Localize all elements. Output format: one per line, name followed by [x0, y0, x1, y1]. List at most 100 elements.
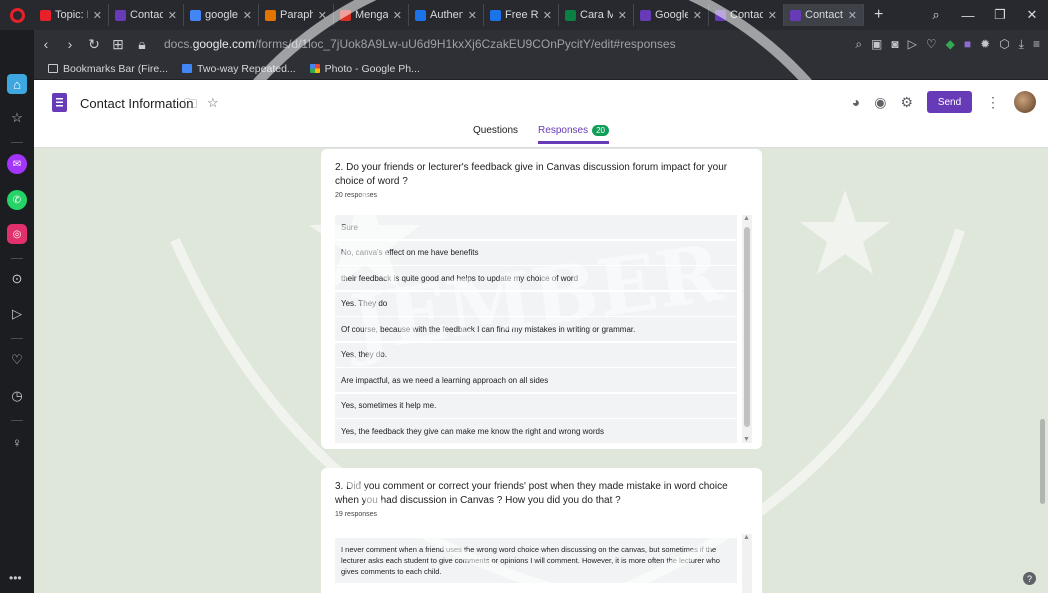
- move-folder-icon[interactable]: 🗀︎: [184, 95, 197, 117]
- back-icon[interactable]: ‹: [34, 36, 58, 52]
- send-icon[interactable]: ▷: [908, 37, 917, 51]
- form-title[interactable]: Contact Information: [80, 96, 193, 111]
- reload-icon[interactable]: ↻: [82, 36, 106, 53]
- search-tabs-icon[interactable]: ⌕: [920, 7, 952, 23]
- opera-logo-icon[interactable]: [0, 0, 34, 30]
- whatsapp-icon[interactable]: ✆: [7, 190, 27, 210]
- tab-close-icon[interactable]: ✕: [168, 9, 177, 22]
- page-scrollbar[interactable]: [1040, 419, 1045, 504]
- tab-favicon-icon: [640, 9, 651, 21]
- browser-tab-strip: Topic: Di ✕ Contact ✕ google ✕ Paraphr ✕ Mengap ✕…: [0, 0, 1048, 30]
- palette-icon[interactable]: ◕: [852, 94, 860, 110]
- download-icon[interactable]: ⤓: [1019, 37, 1024, 52]
- scroll-down-icon[interactable]: ▼: [743, 436, 750, 443]
- tab-label: Mengap: [355, 9, 388, 21]
- bookmark-item[interactable]: Photo - Google Ph...: [309, 63, 420, 75]
- browser-tab[interactable]: Contact ✕: [784, 4, 864, 26]
- browser-tab[interactable]: Free Res ✕: [484, 4, 559, 26]
- snapshot-icon[interactable]: ▣: [871, 37, 882, 51]
- browser-tab[interactable]: Paraphr ✕: [259, 4, 334, 26]
- restore-icon[interactable]: ❐: [984, 7, 1016, 23]
- tab-close-icon[interactable]: ✕: [768, 9, 777, 22]
- browser-tab[interactable]: Mengap ✕: [334, 4, 409, 26]
- sidebar-divider: [11, 142, 23, 143]
- heart-icon[interactable]: ♡: [926, 37, 937, 51]
- response-answer: Are impactful, as we need a learning app…: [335, 368, 737, 392]
- tab-favicon-icon: [340, 9, 351, 21]
- browser-tab[interactable]: Topic: Di ✕: [34, 4, 109, 26]
- messenger-icon[interactable]: ✉: [7, 154, 27, 174]
- scroll-up-icon[interactable]: ▲: [743, 215, 750, 222]
- home-icon[interactable]: ⌂: [7, 74, 27, 94]
- history-icon[interactable]: ◷: [7, 386, 27, 406]
- browser-tab[interactable]: google ✕: [184, 4, 259, 26]
- tab-questions[interactable]: Questions: [473, 125, 518, 144]
- more-vert-icon[interactable]: ⋮: [986, 94, 1000, 111]
- tab-close-icon[interactable]: ✕: [618, 9, 627, 22]
- pinboard-heart-icon[interactable]: ♡: [7, 350, 27, 370]
- tab-favicon-icon: [490, 9, 501, 21]
- wallet-icon[interactable]: ⬡: [999, 37, 1009, 51]
- close-window-icon[interactable]: ✕: [1016, 7, 1048, 23]
- tab-close-icon[interactable]: ✕: [693, 9, 702, 22]
- minimize-icon[interactable]: —: [952, 8, 984, 23]
- response-answer: No, canva's effect on me have benefits: [335, 240, 737, 265]
- browser-tab[interactable]: Contact ✕: [709, 4, 784, 26]
- preview-eye-icon[interactable]: ◉: [874, 94, 886, 111]
- tab-close-icon[interactable]: ✕: [93, 9, 102, 22]
- scroll-thumb[interactable]: [744, 227, 750, 427]
- response-count: 19 responses: [335, 511, 378, 518]
- tab-responses[interactable]: Responses 20: [538, 125, 609, 144]
- scroll-up-icon[interactable]: ▲: [743, 534, 750, 541]
- forward-icon[interactable]: ›: [58, 36, 82, 52]
- google-forms-icon[interactable]: [52, 93, 67, 112]
- browser-tab[interactable]: Google ✕: [634, 4, 709, 26]
- browser-tab[interactable]: Authenti ✕: [409, 4, 484, 26]
- tab-close-icon[interactable]: ✕: [393, 9, 402, 22]
- answers-scrollbar[interactable]: ▲ ▼: [742, 215, 752, 443]
- response-count: 20 responses: [335, 192, 378, 199]
- send-button[interactable]: Send: [927, 91, 972, 113]
- instagram-icon[interactable]: ◎: [7, 224, 27, 244]
- tab-close-icon[interactable]: ✕: [848, 9, 857, 22]
- star-icon[interactable]: ☆: [207, 95, 219, 117]
- tab-close-icon[interactable]: ✕: [243, 9, 252, 22]
- settings-icon[interactable]: ✹: [980, 37, 990, 51]
- tab-close-icon[interactable]: ✕: [543, 9, 552, 22]
- tab-label: Contact: [805, 9, 843, 21]
- search-icon[interactable]: ⌕: [855, 37, 862, 52]
- answers-scrollbar[interactable]: ▲: [742, 534, 752, 593]
- response-answer: Sure: [335, 215, 737, 239]
- bookmark-item[interactable]: Two-way Repeated...: [182, 63, 296, 75]
- tips-bulb-icon[interactable]: ♀: [7, 432, 27, 452]
- sidebar-divider: [11, 258, 23, 259]
- speed-dial-icon[interactable]: ⊞: [106, 36, 130, 53]
- extension-purple-icon[interactable]: ■: [964, 37, 971, 51]
- new-tab-button[interactable]: +: [864, 6, 893, 24]
- help-icon[interactable]: ?: [1023, 572, 1036, 585]
- url-field[interactable]: docs.google.com/forms/d/1loc_7jUok8A9Lw-…: [164, 37, 676, 51]
- browser-tab[interactable]: Contact ✕: [109, 4, 184, 26]
- response-answer: their feedback is quite good and helps t…: [335, 266, 737, 290]
- avatar[interactable]: [1014, 91, 1036, 113]
- camera-icon[interactable]: ◙: [891, 37, 898, 51]
- browser-tab[interactable]: Cara Me ✕: [559, 4, 634, 26]
- opera-sidebar: ⌂ ☆ ✉ ✆ ◎ ⊙ ▷ ♡ ◷ ♀ •••: [0, 30, 34, 593]
- tab-close-icon[interactable]: ✕: [318, 9, 327, 22]
- tab-favicon-icon: [190, 9, 201, 21]
- flow-send-icon[interactable]: ▷: [7, 304, 27, 324]
- responses-content: 2. Do your friends or lecturer's feedbac…: [34, 149, 1048, 593]
- bookmark-item[interactable]: Bookmarks Bar (Fire...: [48, 63, 168, 75]
- settings-gear-icon[interactable]: ⚙: [900, 94, 913, 111]
- player-icon[interactable]: ⊙: [7, 269, 27, 289]
- extension-green-icon[interactable]: ◆: [946, 37, 955, 51]
- more-icon[interactable]: •••: [9, 571, 22, 585]
- tab-close-icon[interactable]: ✕: [468, 9, 477, 22]
- tab-favicon-icon: [715, 9, 726, 21]
- bookmarks-star-icon[interactable]: ☆: [7, 108, 27, 128]
- response-answer: Yes, sometimes it help me.: [335, 393, 737, 418]
- tab-favicon-icon: [40, 9, 51, 21]
- response-answer: Yes, they do.: [335, 342, 737, 367]
- tab-favicon-icon: [790, 9, 801, 21]
- menu-icon[interactable]: ≡: [1033, 37, 1040, 51]
